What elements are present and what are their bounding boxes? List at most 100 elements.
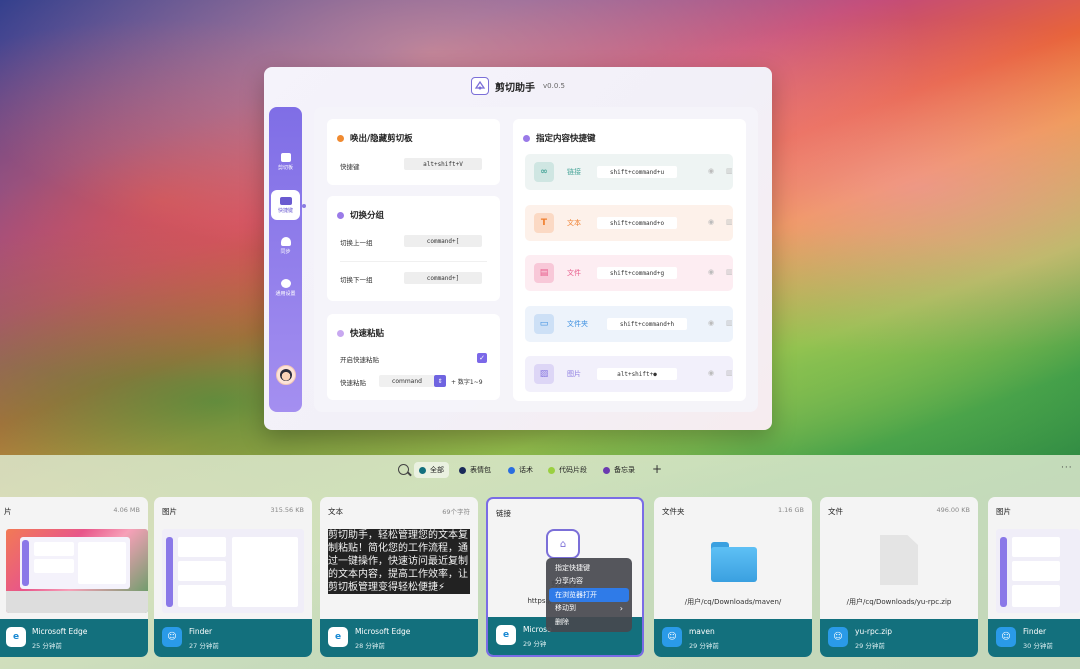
clip-footer: ☺ Finder 30 分钟前 xyxy=(988,619,1080,657)
source-app: Microsoft Edge xyxy=(355,627,411,636)
trash-icon[interactable]: ▥ xyxy=(726,268,733,276)
clip-type: 图片 xyxy=(162,507,177,516)
category-all[interactable]: 全部 xyxy=(414,462,449,478)
gear-icon xyxy=(280,279,291,288)
link-favicon-icon: ⌂ xyxy=(546,529,580,559)
finder-icon: ☺ xyxy=(828,627,848,647)
finder-icon: ☺ xyxy=(662,627,682,647)
next-group-shortcut-input[interactable]: command+] xyxy=(404,272,482,284)
menu-item-open-in-browser[interactable]: 在浏览器打开 xyxy=(549,588,629,602)
sidebar-item-sync[interactable]: 同步 xyxy=(269,231,302,261)
folder-shortcut-input[interactable]: shift+command+h xyxy=(607,318,687,330)
next-group-label: 切换下一组 xyxy=(340,276,373,284)
add-category-button[interactable]: + xyxy=(652,462,662,476)
quick-paste-label: 快速粘贴 xyxy=(340,379,366,387)
clip-time: 25 分钟前 xyxy=(32,642,62,650)
file-icon: ▤ xyxy=(534,263,554,283)
dot-icon xyxy=(508,466,515,474)
active-indicator xyxy=(302,204,306,208)
eye-icon[interactable]: ◉ xyxy=(708,369,714,377)
category-memos[interactable]: 备忘录 xyxy=(598,462,640,478)
image-shortcut-input[interactable]: alt+shift+ ● xyxy=(597,368,677,380)
sidebar-item-label: 同步 xyxy=(280,249,291,255)
avatar[interactable] xyxy=(276,365,296,385)
sidebar-item-general[interactable]: 通用设置 xyxy=(269,273,302,303)
chevron-updown-icon[interactable]: ⇕ xyxy=(434,375,446,387)
clip-time: 27 分钟前 xyxy=(189,642,219,650)
file-path: /用户/cq/Downloads/yu-rpc.zip xyxy=(846,598,952,606)
row-label: 文件 xyxy=(567,269,581,277)
dot-icon xyxy=(459,466,466,474)
clip-item-folder[interactable]: 文件夹 1.16 GB /用户/cq/Downloads/maven/ ☺ ma… xyxy=(654,497,812,657)
cloud-icon xyxy=(280,237,291,246)
category-code-snippets[interactable]: 代码片段 xyxy=(543,462,592,478)
text-icon: T xyxy=(534,213,554,233)
shortcut-row-folder: ▭ 文件夹 shift+command+h ◉ ▥ xyxy=(525,306,733,342)
card-title: 快速粘贴 xyxy=(350,329,385,339)
modifier-select[interactable]: command xyxy=(379,375,435,387)
menu-item-move-to[interactable]: 移动到 › xyxy=(549,602,629,616)
edge-icon: e xyxy=(6,627,26,647)
row-label: 链接 xyxy=(567,168,581,176)
prev-group-shortcut-input[interactable]: command+[ xyxy=(404,235,482,247)
clip-footer: e Microsoft Edge 25 分钟前 xyxy=(0,619,148,657)
enable-quick-paste-checkbox[interactable]: ✓ xyxy=(477,353,487,363)
clip-size: 496.00 KB xyxy=(936,506,970,514)
file-shortcut-input[interactable]: shift+command+g xyxy=(597,267,677,279)
toggle-shortcut-input[interactable]: alt+shift+V xyxy=(404,158,482,170)
eye-icon[interactable]: ◉ xyxy=(708,167,714,175)
text-shortcut-input[interactable]: shift+command+o xyxy=(597,217,677,229)
clip-type: 文件夹 xyxy=(662,507,685,516)
search-icon[interactable] xyxy=(398,464,409,475)
category-stickers[interactable]: 表情包 xyxy=(454,462,496,478)
image-thumbnail xyxy=(6,529,148,613)
row-label: 文本 xyxy=(567,219,581,227)
sidebar: 剪切板 快捷键 同步 通用设置 xyxy=(269,107,302,412)
trash-icon[interactable]: ▥ xyxy=(726,218,733,226)
menu-item-delete[interactable]: 删除 xyxy=(549,615,629,629)
clip-footer: e Microsoft Edge 28 分钟前 xyxy=(320,619,478,657)
toggle-clipboard-card: 唤出/隐藏剪切板 快捷键 alt+shift+V xyxy=(327,119,500,185)
dot-icon xyxy=(419,466,426,474)
clip-time: 29 分钟前 xyxy=(689,642,719,650)
orange-dot-icon xyxy=(337,134,344,142)
file-icon xyxy=(880,535,918,585)
eye-icon[interactable]: ◉ xyxy=(708,218,714,226)
category-scripts[interactable]: 话术 xyxy=(503,462,538,478)
clip-type: 图片 xyxy=(996,507,1011,516)
clip-size: 315.56 KB xyxy=(270,506,304,514)
clip-item-image-3[interactable]: 图片 ☺ Finder 30 分钟前 xyxy=(988,497,1080,657)
clip-footer: ☺ Finder 27 分钟前 xyxy=(154,619,312,657)
sidebar-item-label: 剪切板 xyxy=(277,165,293,171)
folder-icon: ▭ xyxy=(534,314,554,334)
link-shortcut-input[interactable]: shift+command+u xyxy=(597,166,677,178)
app-logo-icon xyxy=(471,77,490,95)
clip-item-image-1[interactable]: 片 4.06 MB e Microsoft Edge 25 分钟前 xyxy=(0,497,148,657)
clip-type: 文件 xyxy=(828,507,843,516)
clip-size: 1.16 GB xyxy=(777,506,804,514)
menu-item-share[interactable]: 分享内容 xyxy=(549,575,629,589)
eye-icon[interactable]: ◉ xyxy=(708,268,714,276)
source-app: Finder xyxy=(1023,627,1047,636)
clip-item-image-2[interactable]: 图片 315.56 KB ☺ Finder 27 分钟前 xyxy=(154,497,312,657)
trash-icon[interactable]: ▥ xyxy=(726,369,733,377)
eye-icon[interactable]: ◉ xyxy=(708,319,714,327)
sidebar-item-clipboard[interactable]: 剪切板 xyxy=(269,147,302,177)
clip-time: 29 分钟 xyxy=(523,640,547,648)
trash-icon[interactable]: ▥ xyxy=(726,167,733,175)
sidebar-item-shortcuts[interactable]: 快捷键 xyxy=(271,190,300,220)
clip-item-file[interactable]: 文件 496.00 KB /用户/cq/Downloads/yu-rpc.zip… xyxy=(820,497,978,657)
clip-time: 28 分钟前 xyxy=(355,642,385,650)
menu-item-assign-shortcut[interactable]: 指定快捷键 xyxy=(549,561,629,575)
more-options-icon[interactable]: ··· xyxy=(1061,463,1073,473)
edge-icon: e xyxy=(328,627,348,647)
clipboard-panel: 全部 表情包 话术 代码片段 备忘录 + ··· 片 4.06 MB e Mic… xyxy=(0,455,1080,669)
apple-logo-icon: ● xyxy=(653,370,657,378)
quick-paste-card: 快速粘贴 开启快速粘贴 ✓ 快速粘贴 command ⇕ + 数字1~9 xyxy=(327,314,500,400)
window-title-bar: 剪切助手 v0.0.5 xyxy=(264,75,772,97)
source-app: Microsoft Edge xyxy=(32,627,88,636)
trash-icon[interactable]: ▥ xyxy=(726,319,733,327)
clip-type: 链接 xyxy=(496,509,511,518)
image-icon: ▨ xyxy=(534,364,554,384)
clip-item-text[interactable]: 文本 69个字符 剪切助手，轻松管理您的文本复制粘贴！简化您的工作流程，通过一键… xyxy=(320,497,478,657)
